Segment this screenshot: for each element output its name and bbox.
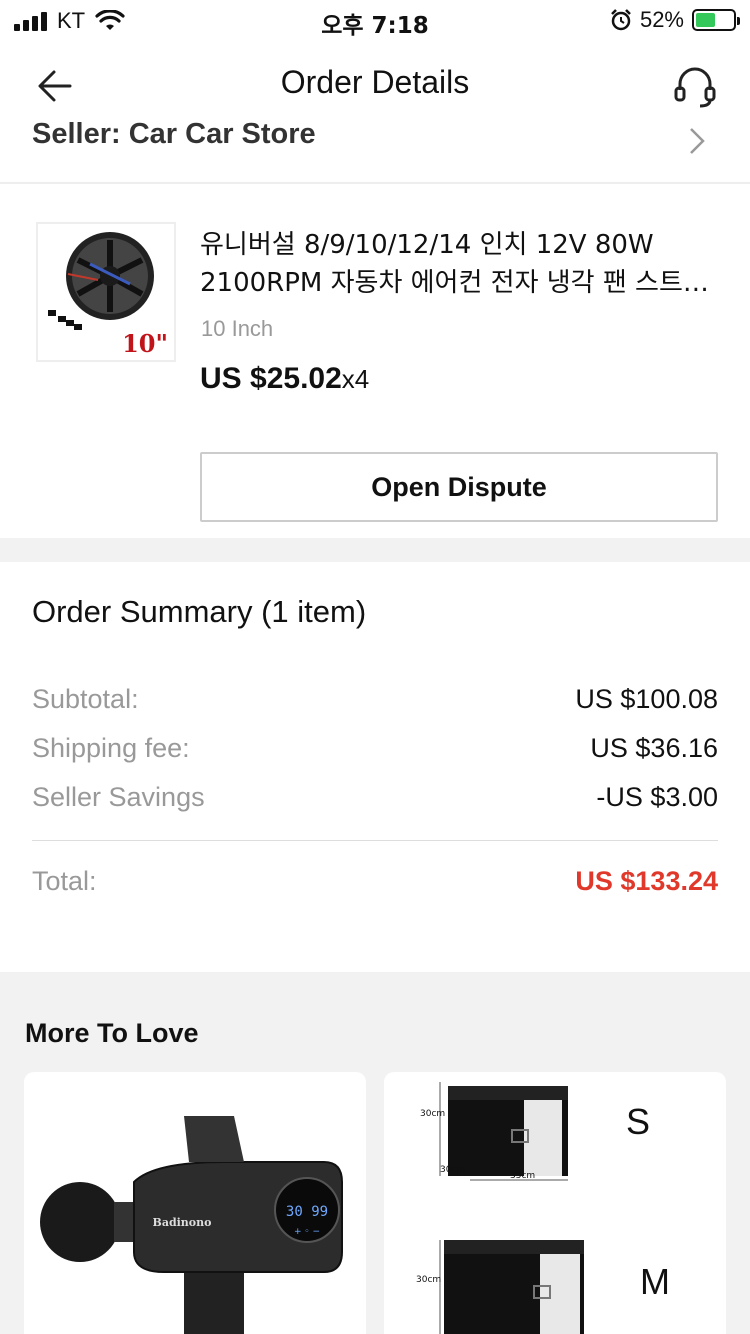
summary-row-shipping: Shipping fee: US $36.16 (32, 733, 718, 773)
dimension-height-label: 30cm (420, 1109, 445, 1119)
headset-icon[interactable] (672, 64, 718, 108)
section-title: More To Love (25, 1018, 199, 1048)
product-thumbnail[interactable]: 10" (36, 222, 176, 362)
seller-name: Seller: Car Car Store (32, 118, 316, 150)
row-value: -US $3.00 (596, 782, 718, 812)
open-dispute-button[interactable]: Open Dispute (200, 452, 718, 522)
quantity: x4 (341, 364, 370, 394)
dimension-depth-label: 30cm (440, 1165, 465, 1175)
price-value: US $25.02 (200, 362, 342, 395)
brand-label: Badinono (153, 1216, 212, 1229)
summary-title: Order Summary (1 item) (32, 594, 367, 629)
page-title: Order Details (280, 64, 470, 100)
row-value: US $36.16 (590, 733, 718, 763)
total-label: Total: (32, 866, 97, 896)
product-price: US $25.02x4 (200, 362, 369, 396)
summary-row-total: Total: US $133.24 (32, 866, 718, 906)
nav-bar: Order Details (0, 50, 750, 120)
size-m-label: M (640, 1261, 670, 1302)
summary-divider (32, 840, 718, 841)
trunk-organizer-image: 30cm 30cm 35cm S 30cm M (416, 1082, 670, 1334)
battery-icon (692, 9, 740, 31)
status-right: 52% (610, 7, 740, 33)
row-label: Shipping fee: (32, 733, 190, 763)
cooling-fan-image (48, 232, 154, 330)
total-value: US $133.24 (575, 866, 718, 896)
recommend-card-trunk-organizer[interactable]: 30cm 30cm 35cm S 30cm M (384, 1072, 726, 1334)
summary-row-subtotal: Subtotal: US $100.08 (32, 684, 718, 724)
dimension-width-label: 35cm (510, 1171, 535, 1181)
massage-gun-image: 30 99 + ◦ − Badinono (40, 1116, 343, 1334)
battery-percent: 52% (639, 7, 684, 32)
size-label: 10" (122, 329, 168, 358)
dimension-height-label-m: 30cm (416, 1275, 441, 1285)
chevron-right-icon (690, 128, 705, 154)
recommend-card-massage-gun[interactable]: 30 99 + ◦ − Badinono (24, 1072, 366, 1334)
product-title[interactable]: 유니버설 8/9/10/12/14 인치 12V 80W 2100RPM 자동차… (200, 226, 716, 302)
row-label: Subtotal: (32, 684, 139, 714)
row-value: US $100.08 (575, 684, 718, 714)
alarm-icon (611, 9, 631, 31)
more-to-love-section: More To Love 30 99 + ◦ − Badinono 30cm 3… (0, 972, 750, 1334)
summary-row-savings: Seller Savings -US $3.00 (32, 782, 718, 822)
section-divider (0, 538, 750, 562)
product-item: 10" 유니버설 8/9/10/12/14 인치 12V 80W 2100RPM… (0, 186, 750, 538)
status-bar: KT 오후 7:18 52% (0, 0, 750, 40)
size-s-label: S (626, 1101, 650, 1142)
product-variant: 10 Inch (201, 316, 274, 341)
seller-row[interactable]: Seller: Car Car Store (0, 118, 750, 184)
order-summary: Order Summary (1 item) Subtotal: US $100… (0, 562, 750, 972)
svg-text:+ ◦ −: + ◦ − (294, 1227, 320, 1237)
device-display: 30 99 (286, 1204, 328, 1220)
row-label: Seller Savings (32, 782, 205, 812)
